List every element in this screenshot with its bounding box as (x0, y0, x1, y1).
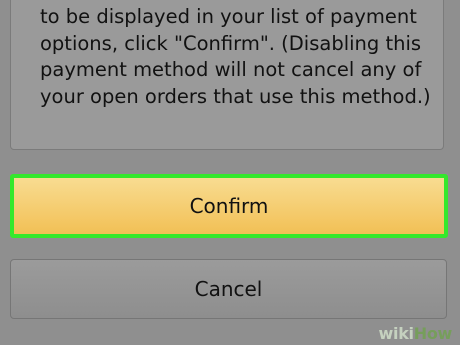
wikihow-watermark: wikiHow (378, 324, 453, 343)
message-line: to be displayed in your list of payment (40, 5, 417, 28)
watermark-part-how: How (413, 324, 453, 343)
confirmation-message: to be displayed in your list of payment … (40, 4, 450, 110)
cancel-button[interactable]: Cancel (10, 259, 447, 319)
message-line: options, click "Confirm". (Disabling thi… (40, 31, 422, 55)
confirm-button[interactable]: Confirm (10, 174, 448, 238)
message-line: your open orders that use this method.) (40, 84, 431, 108)
message-line: payment method will not cancel any of (40, 58, 422, 81)
watermark-part-wiki: wiki (378, 324, 415, 343)
cancel-button-label: Cancel (194, 277, 263, 301)
screen: to be displayed in your list of payment … (0, 0, 460, 345)
confirm-button-label: Confirm (189, 194, 269, 218)
